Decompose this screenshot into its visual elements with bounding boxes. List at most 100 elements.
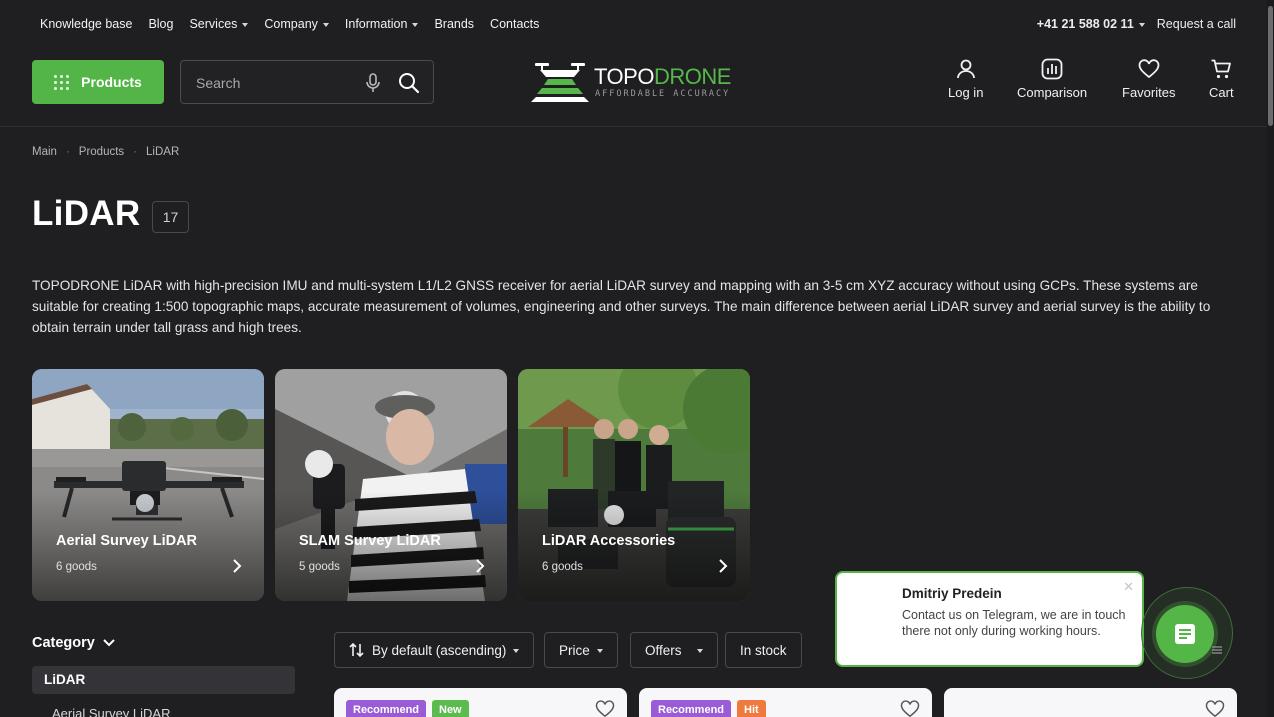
heart-icon[interactable] bbox=[1205, 700, 1225, 717]
breadcrumb-current: LiDAR bbox=[146, 146, 180, 158]
products-button[interactable]: Products bbox=[32, 60, 164, 104]
chevron-right-icon bbox=[476, 559, 485, 573]
category-card-aerial-survey-lidar[interactable]: Aerial Survey LiDAR 6 goods bbox=[32, 369, 264, 601]
login-button[interactable]: Log in bbox=[948, 58, 983, 100]
microphone-icon[interactable] bbox=[364, 73, 382, 93]
product-card[interactable]: Recommend Hit bbox=[639, 688, 932, 717]
hit-badge: Hit bbox=[737, 700, 766, 717]
category-card-count: 6 goods bbox=[56, 561, 97, 573]
favorites-button[interactable]: Favorites bbox=[1122, 58, 1175, 100]
breadcrumb-separator: · bbox=[65, 146, 70, 158]
nav-knowledge-base[interactable]: Knowledge base bbox=[40, 17, 132, 31]
heart-icon[interactable] bbox=[595, 700, 615, 717]
new-badge: New bbox=[432, 700, 469, 717]
nav-brands[interactable]: Brands bbox=[434, 17, 474, 31]
user-icon bbox=[956, 59, 975, 79]
menu-lines-icon bbox=[1212, 646, 1222, 654]
offers-filter[interactable]: Offers bbox=[630, 632, 718, 668]
chat-agent-name: Dmitriy Predein bbox=[902, 586, 1002, 601]
products-button-label: Products bbox=[81, 74, 142, 90]
scrollbar-thumb[interactable] bbox=[1268, 6, 1273, 126]
nav-label: Brands bbox=[434, 17, 475, 31]
chevron-right-icon bbox=[719, 559, 728, 573]
comparison-button[interactable]: Comparison bbox=[1017, 58, 1087, 100]
in-stock-filter-label: In stock bbox=[740, 642, 787, 658]
nav-services[interactable]: Services bbox=[189, 17, 249, 31]
search-input[interactable] bbox=[196, 73, 356, 93]
chat-popup[interactable]: Dmitriy Predein Contact us on Telegram, … bbox=[835, 571, 1144, 667]
nav-label: Blog bbox=[148, 17, 174, 31]
page-title: LiDAR bbox=[32, 194, 141, 233]
chevron-down-icon bbox=[696, 648, 703, 653]
search-box bbox=[180, 60, 434, 104]
sort-icon bbox=[349, 642, 364, 658]
category-filter-toggle[interactable]: Category bbox=[32, 635, 115, 651]
product-card[interactable]: Recommend New bbox=[334, 688, 627, 717]
header-divider bbox=[0, 126, 1274, 127]
price-filter[interactable]: Price bbox=[544, 632, 618, 668]
sort-dropdown[interactable]: By default (ascending) bbox=[334, 632, 535, 668]
category-heading: Category bbox=[32, 635, 95, 651]
logo-tagline: AFFORDABLE ACCURACY bbox=[595, 89, 731, 99]
breadcrumb-separator: · bbox=[133, 146, 138, 158]
cart-icon bbox=[1211, 59, 1232, 79]
heart-icon bbox=[1138, 59, 1160, 79]
phone-number[interactable]: +41 21 588 02 11 bbox=[1037, 17, 1145, 31]
offers-filter-label: Offers bbox=[645, 642, 682, 658]
page-description: TOPODRONE LiDAR with high-precision IMU … bbox=[32, 278, 1211, 335]
breadcrumb: Main · Products · LiDAR bbox=[32, 146, 179, 158]
phone-label: +41 21 588 02 11 bbox=[1036, 17, 1134, 31]
search-icon[interactable] bbox=[398, 72, 420, 94]
nav-company[interactable]: Company bbox=[264, 17, 329, 31]
cart-label: Cart bbox=[1209, 85, 1234, 100]
logo-text-drone: DRONE bbox=[653, 64, 731, 89]
nav-blog[interactable]: Blog bbox=[148, 17, 173, 31]
category-card-title: Aerial Survey LiDAR bbox=[56, 533, 198, 549]
chat-button[interactable] bbox=[1156, 605, 1214, 663]
chevron-down-icon bbox=[596, 648, 603, 653]
chevron-down-icon bbox=[1138, 22, 1145, 27]
recommend-badge: Recommend bbox=[651, 700, 732, 717]
sort-label: By default (ascending) bbox=[372, 642, 507, 658]
sidebar-item-lidar[interactable]: LiDAR bbox=[32, 666, 295, 694]
chat-message: Contact us on Telegram, we are in touch … bbox=[902, 608, 1126, 638]
cart-button[interactable]: Cart bbox=[1209, 58, 1234, 100]
nav-information[interactable]: Information bbox=[345, 17, 419, 31]
topodrone-logo[interactable]: TOPODRONE AFFORDABLE ACCURACY bbox=[530, 61, 742, 103]
breadcrumb-products[interactable]: Products bbox=[79, 146, 124, 158]
heart-icon[interactable] bbox=[900, 700, 920, 717]
breadcrumb-main[interactable]: Main bbox=[32, 146, 57, 158]
category-card-title: SLAM Survey LiDAR bbox=[299, 533, 441, 549]
chevron-down-icon bbox=[412, 22, 419, 27]
request-call-link[interactable]: Request a call bbox=[1157, 17, 1236, 31]
price-filter-label: Price bbox=[559, 642, 590, 658]
category-card-lidar-accessories[interactable]: LiDAR Accessories 6 goods bbox=[518, 369, 750, 601]
top-bar: Knowledge base Blog Services Company Inf… bbox=[0, 0, 1274, 48]
nav-label: Information bbox=[344, 17, 408, 31]
recommend-badge: Recommend bbox=[346, 700, 427, 717]
top-nav: Knowledge base Blog Services Company Inf… bbox=[40, 17, 539, 31]
chevron-down-icon bbox=[513, 648, 520, 653]
logo-text-topo: TOPO bbox=[594, 64, 654, 89]
login-label: Log in bbox=[948, 85, 984, 100]
nav-label: Services bbox=[189, 17, 238, 31]
nav-contacts[interactable]: Contacts bbox=[490, 17, 539, 31]
chevron-down-icon bbox=[103, 639, 115, 647]
in-stock-filter[interactable]: In stock bbox=[725, 632, 802, 668]
category-card-title: LiDAR Accessories bbox=[542, 533, 676, 549]
favorites-label: Favorites bbox=[1122, 85, 1176, 100]
category-card-count: 5 goods bbox=[299, 561, 340, 573]
product-count-badge: 17 bbox=[152, 201, 189, 233]
category-card-count: 6 goods bbox=[542, 561, 583, 573]
top-right-contact: +41 21 588 02 11 Request a call bbox=[1037, 17, 1236, 31]
category-card-slam-survey-lidar[interactable]: SLAM Survey LiDAR 5 goods bbox=[275, 369, 507, 601]
comparison-label: Comparison bbox=[1017, 85, 1088, 100]
close-icon[interactable]: ✕ bbox=[1123, 579, 1134, 595]
chevron-down-icon bbox=[322, 22, 329, 27]
sidebar-item-aerial-survey-lidar[interactable]: Aerial Survey LiDAR bbox=[52, 706, 171, 717]
chat-icon bbox=[1175, 624, 1195, 644]
logo-wordmark: TOPODRONE bbox=[594, 64, 731, 90]
product-card[interactable] bbox=[944, 688, 1237, 717]
nav-label: Company bbox=[264, 17, 318, 31]
comparison-icon bbox=[1041, 58, 1063, 80]
